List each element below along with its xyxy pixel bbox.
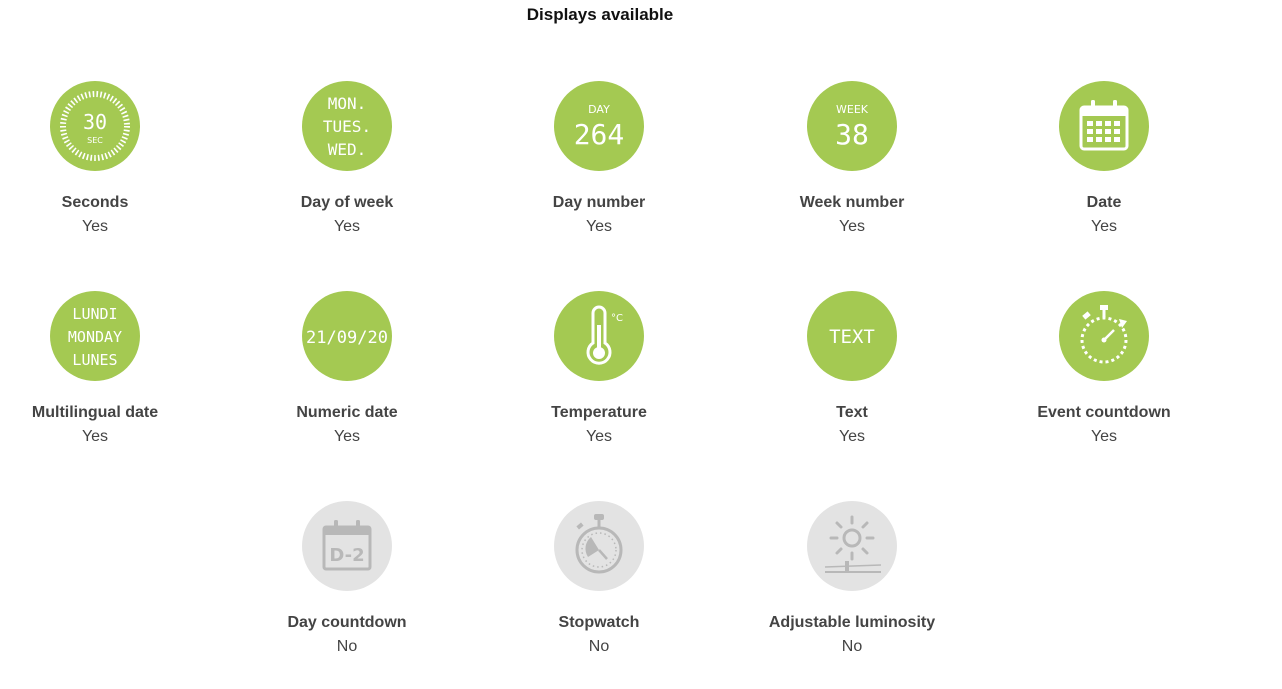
feature-day-number: DAY 264 Day number Yes [499, 81, 699, 236]
day-of-week-icon-line: WED. [328, 140, 367, 159]
day-number-icon-value: 264 [574, 118, 625, 151]
feature-text: TEXT Text Yes [752, 291, 952, 446]
feature-event-countdown: Event countdown Yes [1004, 291, 1204, 446]
feature-numeric-date: 21/09/20 Numeric date Yes [247, 291, 447, 446]
feature-label: Week number [799, 194, 905, 211]
seconds-icon: 30 SEC [50, 81, 140, 171]
page-title: Displays available [526, 5, 674, 24]
feature-day-countdown: D-2 Day countdown No [247, 501, 447, 656]
feature-value: Yes [1090, 428, 1118, 445]
feature-label: Event countdown [1037, 404, 1171, 421]
seconds-icon-unit: SEC [87, 136, 103, 145]
feature-value: No [588, 638, 610, 655]
week-number-icon-value: 38 [835, 118, 869, 151]
feature-label: Adjustable luminosity [768, 614, 936, 631]
feature-temperature: °C Temperature Yes [499, 291, 699, 446]
feature-label: Day countdown [287, 614, 407, 631]
day-of-week-icon-line: MON. [328, 94, 367, 113]
event-countdown-icon [1059, 291, 1149, 381]
seconds-icon-value: 30 [83, 110, 107, 134]
feature-label: Text [836, 404, 868, 421]
feature-value: No [336, 638, 358, 655]
feature-adjustable-luminosity: Adjustable luminosity No [752, 501, 952, 656]
feature-value: No [841, 638, 863, 655]
feature-value: Yes [838, 428, 866, 445]
day-countdown-icon: D-2 [302, 501, 392, 591]
feature-label: Date [1086, 194, 1122, 211]
feature-value: Yes [585, 428, 613, 445]
feature-label: Temperature [551, 404, 647, 421]
day-countdown-icon-value: D-2 [329, 545, 364, 566]
feature-day-of-week: MON. TUES. WED. Day of week Yes [247, 81, 447, 236]
multilingual-date-icon-line: LUNDI [72, 305, 117, 323]
thermometer-icon: °C [554, 291, 644, 381]
feature-label: Stopwatch [558, 614, 640, 631]
day-of-week-icon: MON. TUES. WED. [302, 81, 392, 171]
text-icon-value: TEXT [829, 326, 875, 348]
feature-value: Yes [333, 218, 361, 235]
text-icon: TEXT [807, 291, 897, 381]
feature-week-number: WEEK 38 Week number Yes [752, 81, 952, 236]
feature-label: Seconds [61, 194, 129, 211]
week-number-icon-caption: WEEK [836, 103, 869, 116]
feature-label: Day number [552, 194, 646, 211]
feature-value: Yes [81, 218, 109, 235]
feature-stopwatch: Stopwatch No [499, 501, 699, 656]
feature-value: Yes [81, 428, 109, 445]
multilingual-date-icon-line: MONDAY [68, 328, 122, 346]
feature-value: Yes [838, 218, 866, 235]
feature-multilingual-date: LUNDI MONDAY LUNES Multilingual date Yes [0, 291, 195, 446]
calendar-icon [1059, 81, 1149, 171]
stopwatch-icon [554, 501, 644, 591]
day-of-week-icon-line: TUES. [323, 117, 371, 136]
feature-label: Numeric date [296, 404, 398, 421]
feature-seconds: 30 SEC Seconds Yes [0, 81, 195, 236]
feature-date: Date Yes [1004, 81, 1204, 236]
week-number-icon: WEEK 38 [807, 81, 897, 171]
thermometer-icon-unit: °C [611, 313, 623, 324]
feature-value: Yes [1090, 218, 1118, 235]
feature-label: Multilingual date [31, 404, 159, 421]
numeric-date-icon-value: 21/09/20 [306, 328, 388, 348]
day-number-icon-caption: DAY [588, 103, 610, 116]
numeric-date-icon: 21/09/20 [302, 291, 392, 381]
feature-value: Yes [333, 428, 361, 445]
multilingual-date-icon: LUNDI MONDAY LUNES [50, 291, 140, 381]
multilingual-date-icon-line: LUNES [72, 351, 117, 369]
feature-label: Day of week [300, 194, 394, 211]
day-number-icon: DAY 264 [554, 81, 644, 171]
feature-value: Yes [585, 218, 613, 235]
luminosity-icon [807, 501, 897, 591]
